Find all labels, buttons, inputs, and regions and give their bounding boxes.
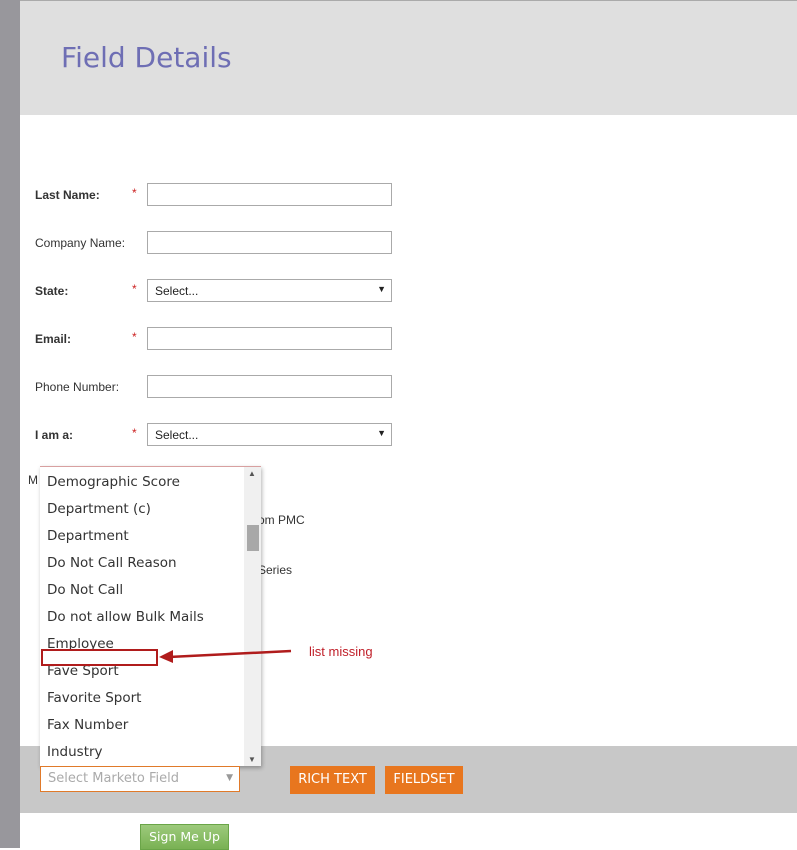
dropdown-option[interactable]: Do not allow Bulk Mails (40, 604, 243, 631)
phone-row: Phone Number: (35, 375, 395, 399)
field-label: State: (35, 284, 69, 298)
dropdown-arrow-icon: ▼ (377, 428, 386, 438)
scrollbar-thumb[interactable] (247, 525, 259, 551)
sign-me-up-button[interactable]: Sign Me Up (140, 824, 229, 850)
marketo-field-select[interactable]: Select Marketo Field ▼ (40, 766, 240, 792)
field-label: I am a: (35, 428, 74, 442)
state-select[interactable]: Select... ▼ (147, 279, 392, 302)
required-marker: * (132, 330, 137, 344)
header: Field Details (20, 0, 797, 115)
email-input[interactable] (147, 327, 392, 350)
partial-label: Series (258, 563, 293, 577)
required-marker: * (132, 186, 137, 200)
required-marker: * (132, 426, 137, 440)
required-marker: * (132, 282, 137, 296)
company-name-input[interactable] (147, 231, 392, 254)
i-am-a-select[interactable]: Select... ▼ (147, 423, 392, 446)
field-label: Email: (35, 332, 72, 346)
dropdown-arrow-icon: ▼ (377, 284, 386, 294)
select-value: Select... (155, 284, 199, 298)
dropdown-option[interactable]: Demographic Score (40, 469, 243, 496)
scroll-down-icon[interactable]: ▼ (248, 755, 256, 764)
state-row: State: * Select... ▼ (35, 279, 395, 303)
email-row: Email: * (35, 327, 395, 351)
select-value: Select... (155, 428, 199, 442)
phone-input[interactable] (147, 375, 392, 398)
annotation-text: list missing (309, 644, 373, 659)
scroll-up-icon[interactable]: ▲ (248, 469, 256, 478)
left-strip (0, 0, 20, 848)
company-name-row: Company Name: (35, 231, 395, 255)
dropdown-option[interactable]: Department (40, 523, 243, 550)
dropdown-option[interactable]: Department (c) (40, 496, 243, 523)
field-label: Last Name: (35, 188, 100, 202)
select-placeholder: Select Marketo Field (48, 771, 180, 786)
field-label: Company Name: (35, 236, 126, 250)
dropdown-option[interactable]: Fax Number (40, 712, 243, 739)
page-title: Field Details (61, 41, 232, 74)
fieldset-button[interactable]: FIELDSET (385, 766, 463, 794)
dropdown-arrow-icon: ▼ (226, 773, 233, 783)
i-am-a-row: I am a: * Select... ▼ (35, 423, 395, 447)
marketo-field-dropdown-list[interactable]: Demographic Score Department (c) Departmen… (40, 466, 261, 766)
rich-text-button[interactable]: RICH TEXT (290, 766, 375, 794)
field-label: Phone Number: (35, 380, 120, 394)
last-name-input[interactable] (147, 183, 392, 206)
dropdown-option[interactable]: Do Not Call Reason (40, 550, 243, 577)
dropdown-option[interactable]: Industry (40, 739, 243, 766)
last-name-row: Last Name: * (35, 183, 395, 207)
partial-label: om PMC (258, 513, 305, 527)
partial-label: M (28, 473, 38, 487)
dropdown-option[interactable]: Do Not Call (40, 577, 243, 604)
annotation-highlight-box (41, 649, 158, 666)
scrollbar[interactable]: ▲ ▼ (244, 467, 261, 766)
dropdown-option[interactable]: Favorite Sport (40, 685, 243, 712)
annotation-arrow-icon (159, 649, 292, 663)
